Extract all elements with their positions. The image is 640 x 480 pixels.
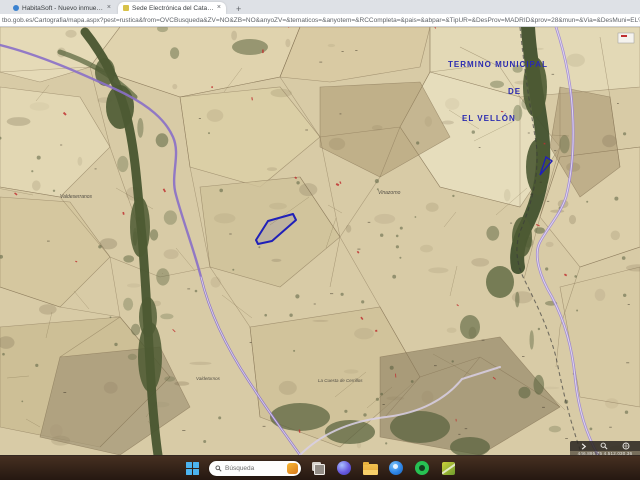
address-bar[interactable]: tbo.gob.es/Cartografia/mapa.aspx?pest=ru… [0,14,640,27]
tab-catastro[interactable]: Sede Electrónica del Catastro ... × [118,2,226,14]
tab-close-icon[interactable]: × [107,5,111,11]
place-label: Vinazorno [378,190,401,196]
windows-logo-icon [186,462,199,475]
blue-app-button[interactable] [387,459,405,477]
taskbar-search[interactable]: Búsqueda [209,461,301,476]
tab-close-icon[interactable]: × [217,5,221,11]
municipality-label-line2: DE [508,87,521,96]
windows-taskbar: Búsqueda [0,455,640,480]
task-view-icon [312,462,325,475]
tab-title: HabitaSoft - Nuevo inmueble [22,5,104,12]
municipality-label-line3: EL VELLÓN [462,114,516,123]
place-label: La Cuesta de Cerrillos [318,378,363,383]
yellow-green-app-icon [442,462,455,475]
cadastral-map[interactable]: TERMINO MUNICIPAL DE EL VELLÓN Valdeserr… [0,27,640,455]
copilot-button[interactable] [335,459,353,477]
start-button[interactable] [183,459,201,477]
map-label-box [618,33,634,43]
chevron-right-icon[interactable] [580,443,587,450]
search-icon [215,465,222,472]
magnifier-icon[interactable] [600,442,608,450]
habitasoft-favicon-icon [13,5,19,11]
blue-app-icon [389,461,403,475]
screen: HabitaSoft - Nuevo inmueble × Sede Elect… [0,0,640,480]
file-explorer-button[interactable] [361,459,379,477]
tab-title: Sede Electrónica del Catastro ... [132,5,214,12]
file-explorer-icon [363,464,378,475]
url-text[interactable]: tbo.gob.es/Cartografia/mapa.aspx?pest=ru… [0,17,640,24]
catastro-favicon-icon [123,5,129,11]
place-label: Valdeserranos [60,194,93,200]
new-tab-button[interactable]: + [232,4,245,14]
green-ring-app-icon [415,461,429,475]
task-view-button[interactable] [309,459,327,477]
search-placeholder: Búsqueda [225,465,284,472]
place-label: Valdetornos [196,376,221,381]
municipality-label-line1: TERMINO MUNICIPAL [448,60,548,69]
search-highlight-icon[interactable] [287,463,298,474]
green-app-button[interactable] [413,459,431,477]
map-viewer-toolbar: 446.895,75 4.512.030,36 [570,441,640,455]
map-area[interactable]: TERMINO MUNICIPAL DE EL VELLÓN Valdeserr… [0,27,640,455]
globe-icon[interactable] [622,442,630,450]
copilot-icon [337,461,351,475]
yellow-green-app-button[interactable] [439,459,457,477]
browser-tab-strip: HabitaSoft - Nuevo inmueble × Sede Elect… [0,0,640,14]
tab-habitasoft[interactable]: HabitaSoft - Nuevo inmueble × [8,2,116,14]
